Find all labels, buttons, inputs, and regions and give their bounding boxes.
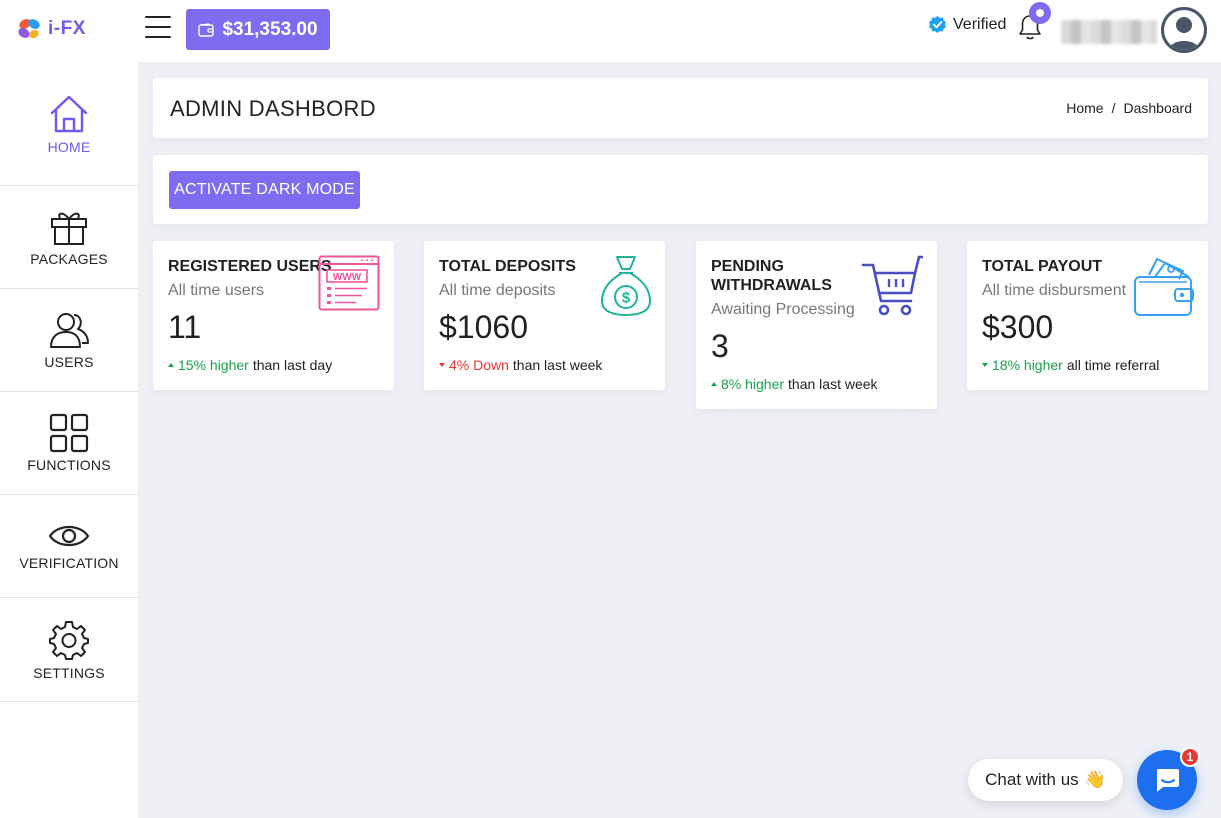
verified-label: Verified: [953, 15, 1007, 33]
sidebar-item-settings[interactable]: SETTINGS: [0, 599, 138, 702]
trend-down-icon: [439, 363, 445, 367]
brand-logo[interactable]: i-FX: [16, 16, 86, 42]
stat-card-registered-users: REGISTERED USERS All time users 11 15% h…: [153, 241, 394, 390]
trend-up-icon: [711, 382, 717, 386]
web-browser-icon: WWW: [318, 255, 380, 311]
logo-mark-icon: [18, 19, 40, 39]
stat-title: PENDING WITHDRAWALS: [711, 258, 832, 294]
stat-trend: 4% Down than last week: [439, 357, 602, 373]
trend-text: than last day: [252, 357, 333, 373]
stat-subtitle: All time users: [168, 282, 265, 299]
menu-toggle-icon[interactable]: [145, 16, 171, 38]
trend-text: than last week: [788, 376, 878, 392]
stat-title: TOTAL PAYOUT: [982, 258, 1103, 275]
balance-amount: $31,353.00: [222, 18, 318, 40]
sidebar-item-users[interactable]: USERS: [0, 289, 138, 392]
waving-hand-icon: 👋: [1084, 770, 1106, 789]
gift-icon: [51, 212, 87, 245]
trend-text: all time referral: [1066, 357, 1160, 373]
home-icon: [50, 95, 88, 132]
stat-value: $300: [982, 309, 1054, 345]
sidebar-item-functions[interactable]: FUNCTIONS: [0, 392, 138, 495]
svg-text:$: $: [622, 290, 631, 307]
user-name-redacted[interactable]: [1061, 20, 1157, 44]
stat-value: 3: [711, 328, 729, 364]
stat-card-pending-withdrawals: PENDING WITHDRAWALS Awaiting Processing …: [696, 241, 937, 409]
breadcrumb-separator: /: [1111, 100, 1116, 116]
shopping-cart-icon: [861, 255, 923, 316]
trend-up-icon: [168, 363, 174, 367]
top-bar: i-FX $31,353.00 Verified: [0, 0, 1221, 62]
eye-icon: [48, 525, 90, 547]
breadcrumb-home-link[interactable]: Home: [1066, 100, 1103, 116]
grid-icon: [49, 413, 89, 453]
sidebar-item-verification[interactable]: VERIFICATION: [0, 495, 138, 598]
trend-value: 4% Down: [449, 357, 509, 373]
trend-value: 15% higher: [178, 357, 249, 373]
notification-dot-icon: [1029, 2, 1051, 24]
stat-card-total-deposits: TOTAL DEPOSITS All time deposits $1060 4…: [424, 241, 665, 390]
chat-bubble-icon: [1157, 769, 1179, 792]
breadcrumb: Home / Dashboard: [1066, 100, 1192, 116]
trend-text: than last week: [512, 357, 603, 373]
trend-value: 18% higher: [992, 357, 1063, 373]
stat-subtitle: All time deposits: [439, 282, 556, 299]
stat-value: 11: [168, 309, 202, 345]
money-bag-icon: $: [600, 256, 652, 317]
trend-down-icon: [982, 363, 988, 367]
sidebar-item-label: VERIFICATION: [19, 555, 119, 571]
verified-badge-icon: [928, 15, 947, 34]
stat-card-total-payout: TOTAL PAYOUT All time disbursment $300 1…: [967, 241, 1208, 390]
trend-value: 8% higher: [721, 376, 785, 392]
sidebar-item-packages[interactable]: PACKAGES: [0, 186, 138, 289]
users-icon: [50, 313, 89, 348]
chat-label: Chat with us: [985, 770, 1079, 789]
stat-subtitle: Awaiting Processing: [711, 301, 855, 318]
sidebar-item-label: USERS: [44, 354, 94, 370]
sidebar-item-label: SETTINGS: [33, 665, 105, 681]
breadcrumb-current: Dashboard: [1123, 100, 1193, 116]
page-header: ADMIN DASHBORD Home / Dashboard: [153, 78, 1208, 138]
verified-status: Verified: [928, 15, 1006, 34]
sidebar-item-label: FUNCTIONS: [27, 457, 111, 473]
gear-icon: [49, 621, 89, 660]
chat-with-us-pill[interactable]: Chat with us 👋: [968, 759, 1123, 801]
balance-button[interactable]: $31,353.00: [186, 9, 330, 50]
dark-mode-panel: ACTIVATE DARK MODE: [153, 155, 1208, 224]
sidebar-item-label: PACKAGES: [30, 251, 108, 267]
avatar-person-icon: [1164, 10, 1204, 50]
wallet-icon: [1134, 258, 1194, 316]
stat-trend: 15% higher than last day: [168, 357, 332, 373]
stat-title: REGISTERED USERS: [168, 258, 332, 275]
stat-title: TOTAL DEPOSITS: [439, 258, 576, 275]
sidebar-item-label: HOME: [47, 138, 91, 155]
sidebar-item-home[interactable]: HOME: [0, 62, 138, 186]
stat-subtitle: All time disbursment: [982, 282, 1127, 299]
sidebar: HOME PACKAGES USERS FUNCTIONS VERIFICATI…: [0, 62, 138, 818]
svg-text:WWW: WWW: [333, 272, 362, 283]
user-avatar[interactable]: [1161, 7, 1207, 53]
chat-unread-badge: 1: [1180, 747, 1200, 767]
stat-trend: 18% higher all time referral: [982, 357, 1159, 373]
activate-dark-mode-button[interactable]: ACTIVATE DARK MODE: [169, 171, 360, 209]
stat-value: $1060: [439, 309, 528, 345]
page-title: ADMIN DASHBORD: [170, 96, 376, 121]
wallet-small-icon: [198, 22, 215, 37]
stat-trend: 8% higher than last week: [711, 376, 878, 392]
brand-name: i-FX: [48, 18, 86, 39]
